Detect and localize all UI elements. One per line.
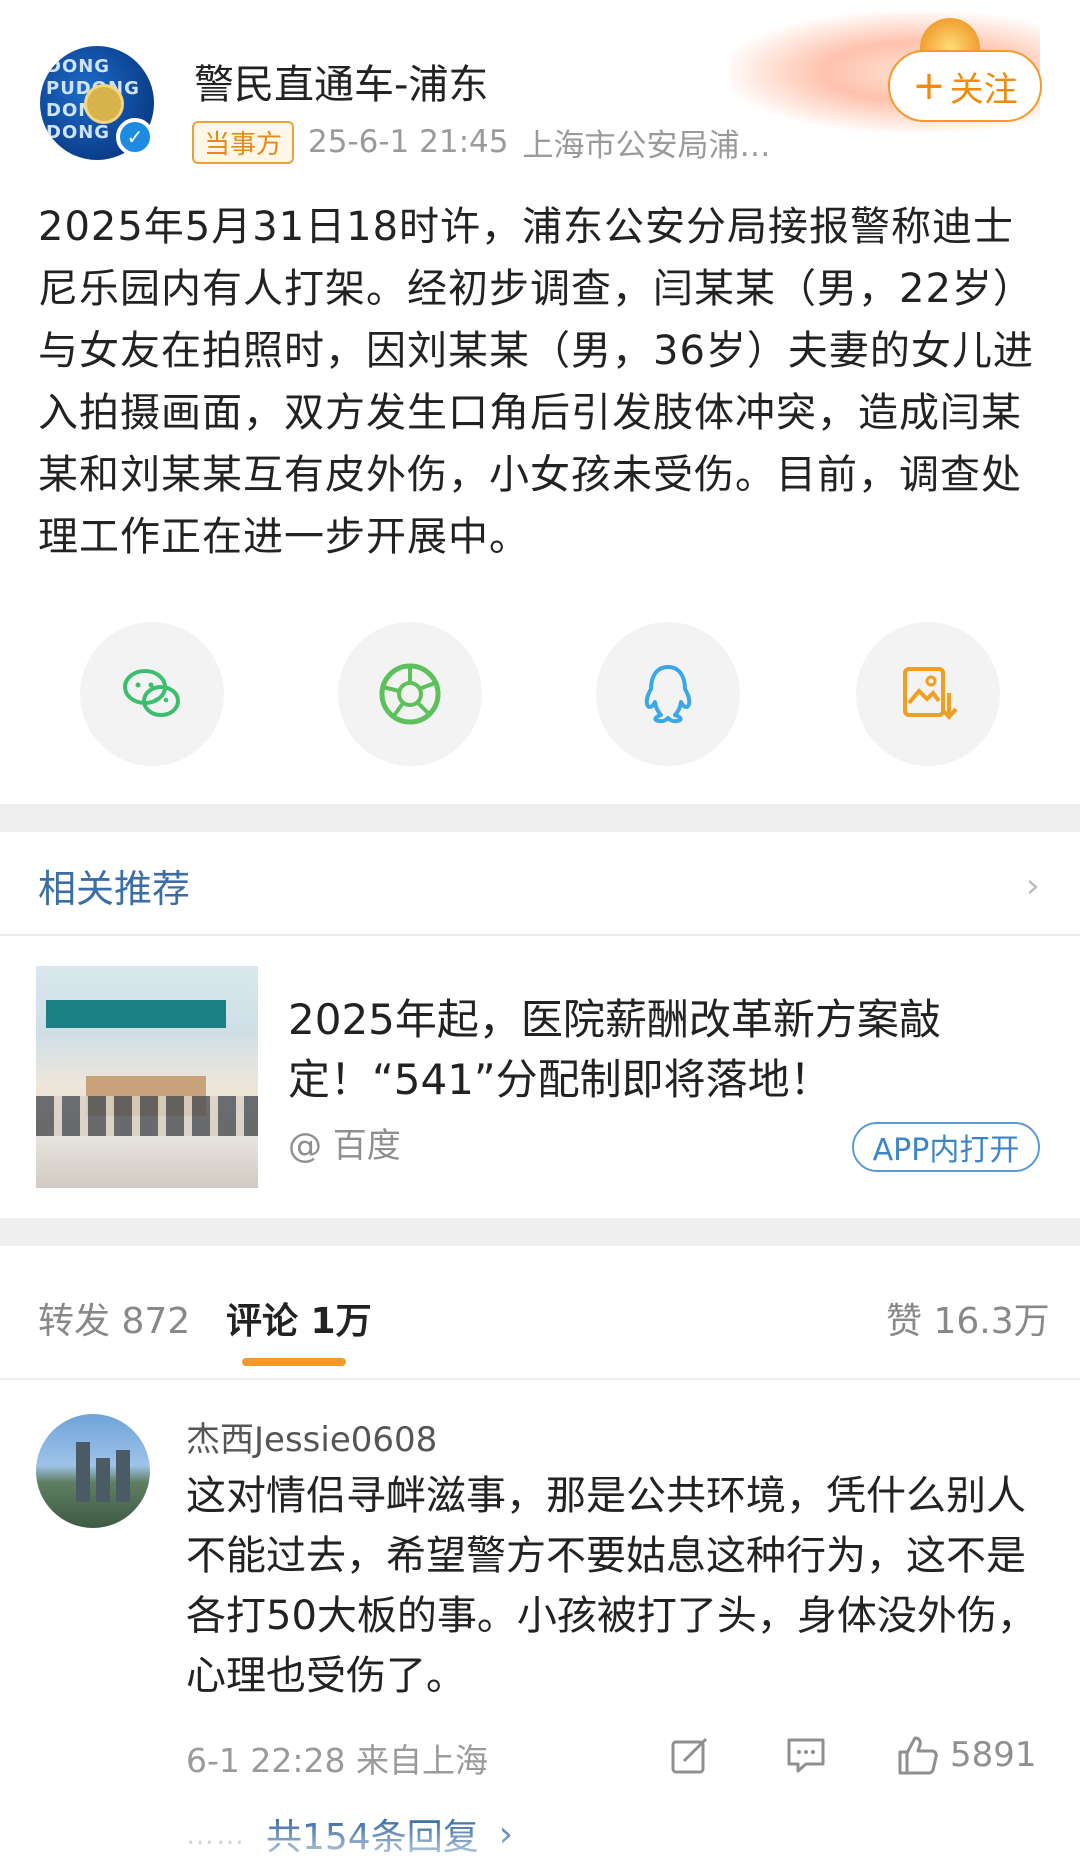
author-name[interactable]: 警民直通车-浦东 xyxy=(194,52,488,110)
follow-button[interactable]: + 关注 xyxy=(888,50,1042,122)
open-in-app-button[interactable]: APP内打开 xyxy=(852,1122,1040,1172)
follow-label: 关注 xyxy=(949,69,1018,110)
thumb-chairs xyxy=(36,1096,258,1136)
related-divider xyxy=(0,934,1080,936)
police-badge-icon xyxy=(84,84,124,124)
post-body: 2025年5月31日18时许，浦东公安分局接报警称迪士尼乐园内有人打架。经初步调… xyxy=(38,204,1034,560)
section-divider xyxy=(0,804,1080,832)
avatar-building xyxy=(76,1442,90,1502)
post-timestamp: 25-6-1 21:45 xyxy=(308,124,509,160)
related-title[interactable]: 相关推荐 xyxy=(38,858,190,913)
qq-icon xyxy=(644,665,692,724)
thumb-floor xyxy=(36,1136,258,1188)
active-tab-indicator xyxy=(242,1358,346,1366)
comment-like-count: 5891 xyxy=(950,1735,1037,1775)
post-source: 上海市公安局浦… xyxy=(522,127,771,164)
interaction-tabs: 转发 872 评论 1万 赞 16.3万 xyxy=(0,1250,1080,1380)
thumb-sign xyxy=(46,1000,226,1028)
comment-icon xyxy=(787,1738,825,1773)
tabs-divider xyxy=(0,1378,1080,1380)
recommendation-thumbnail[interactable] xyxy=(36,966,258,1188)
post-header: DONG PUDONG DONG DONG ✓ 警民直通车-浦东 当事方 25-… xyxy=(0,0,1080,190)
recommendation-title[interactable]: 2025年起，医院薪酬改革新方案敲定！“541”分配制即将落地！ xyxy=(288,990,1048,1110)
avatar-building xyxy=(96,1458,110,1502)
plus-icon: + xyxy=(912,63,946,109)
chevron-right-icon[interactable]: › xyxy=(1026,866,1040,906)
share-moments-button[interactable] xyxy=(338,622,482,766)
bottom-fade xyxy=(0,1820,1080,1872)
commenter-avatar[interactable] xyxy=(36,1414,150,1528)
save-image-icon xyxy=(903,667,958,721)
avatar-building xyxy=(116,1450,130,1502)
save-image-button[interactable] xyxy=(856,622,1000,766)
share-qq-button[interactable] xyxy=(596,622,740,766)
like-comment-button[interactable]: 5891 xyxy=(896,1730,1037,1780)
repost-comment-button[interactable] xyxy=(668,1730,712,1780)
comment-text: 这对情侣寻衅滋事，那是公共环境，凭什么别人不能过去，希望警方不要姑息这种行为，这… xyxy=(186,1473,1037,1699)
tab-reposts[interactable]: 转发 872 xyxy=(38,1292,190,1344)
wechat-icon xyxy=(123,669,180,717)
share-row xyxy=(0,622,1080,772)
tab-likes[interactable]: 赞 16.3万 xyxy=(886,1292,1050,1344)
comment-meta: 6-1 22:28 来自上海 xyxy=(186,1741,488,1780)
verified-icon: ✓ xyxy=(116,118,154,156)
reply-comment-button[interactable] xyxy=(784,1730,828,1780)
commenter-name[interactable]: 杰西Jessie0608 xyxy=(186,1412,437,1461)
repost-icon xyxy=(671,1737,708,1774)
moments-icon xyxy=(379,663,441,725)
post-meta: 当事方 25-6-1 21:45 上海市公安局浦… xyxy=(192,120,771,164)
section-divider xyxy=(0,1218,1080,1246)
thumbs-up-icon xyxy=(898,1736,938,1775)
party-tag: 当事方 xyxy=(192,120,295,164)
recommendation-source: @ 百度 xyxy=(288,1126,401,1166)
share-wechat-button[interactable] xyxy=(80,622,224,766)
tab-comments[interactable]: 评论 1万 xyxy=(226,1292,372,1344)
